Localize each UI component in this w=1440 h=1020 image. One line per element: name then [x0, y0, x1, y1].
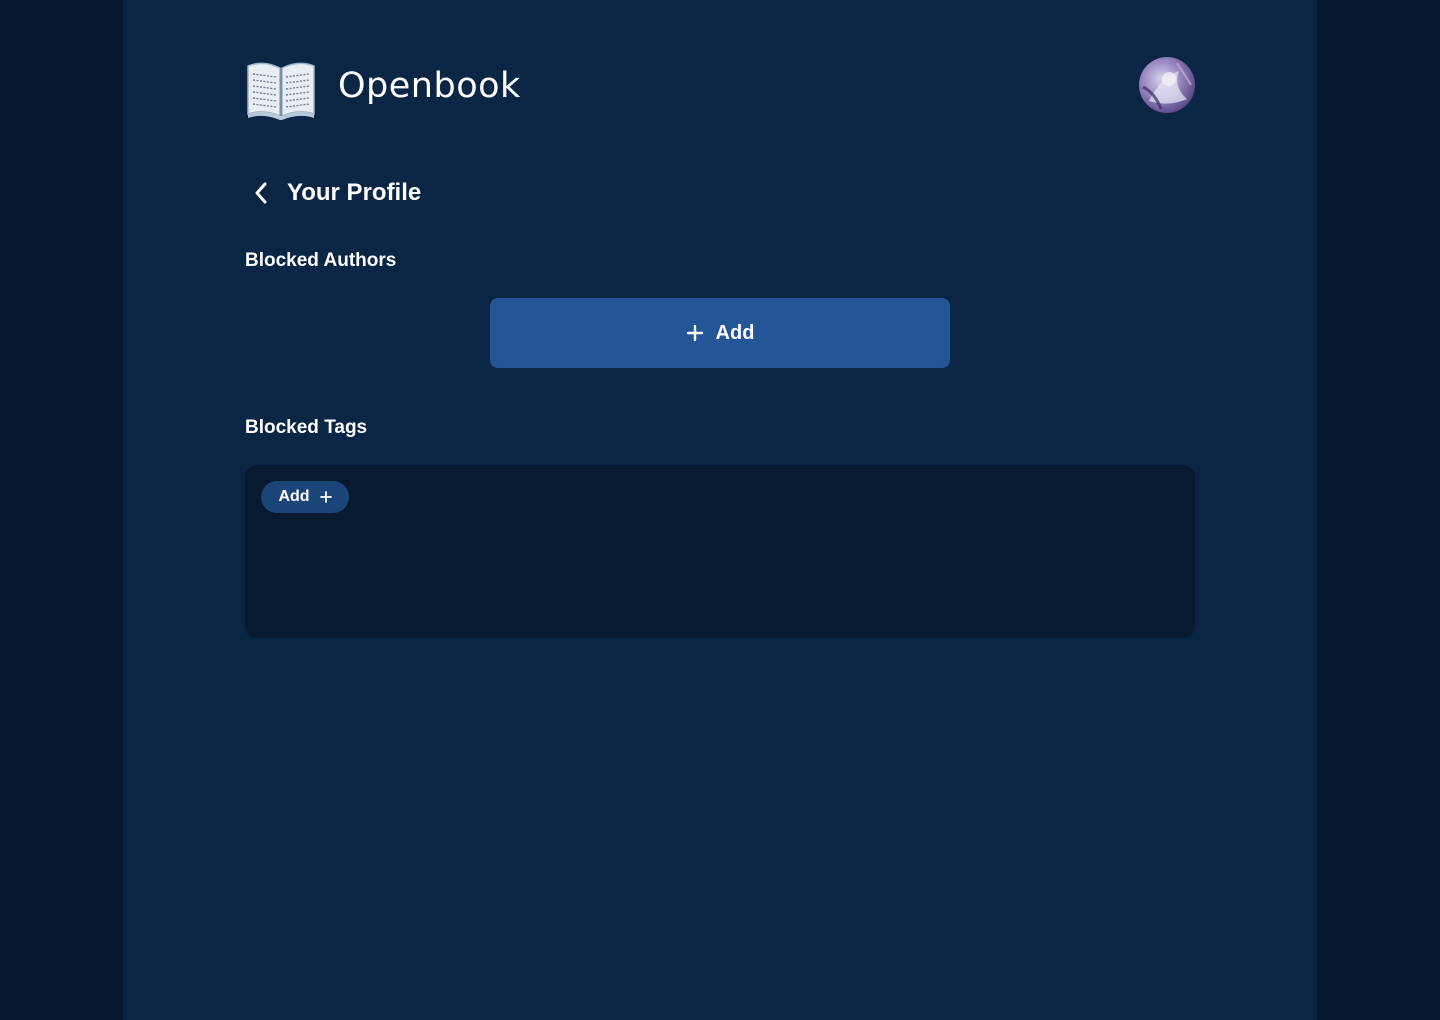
add-blocked-tag-label: Add: [278, 488, 310, 505]
back-button[interactable]: [246, 177, 276, 209]
user-avatar[interactable]: [1139, 57, 1195, 113]
plus-icon: [686, 324, 703, 342]
blocked-authors-heading: Blocked Authors: [245, 250, 397, 271]
add-blocked-tag-button[interactable]: Add: [261, 481, 349, 513]
add-blocked-author-label: Add: [715, 321, 755, 344]
blocked-tags-heading: Blocked Tags: [245, 417, 368, 438]
blocked-tags-container: Add: [245, 465, 1195, 638]
open-book-icon: [245, 58, 317, 120]
brand-name: Openbook: [338, 66, 521, 106]
add-blocked-author-button[interactable]: Add: [490, 298, 950, 368]
plus-icon: [319, 491, 332, 503]
chevron-left-icon: [255, 182, 267, 204]
page-title: Your Profile: [287, 179, 422, 206]
